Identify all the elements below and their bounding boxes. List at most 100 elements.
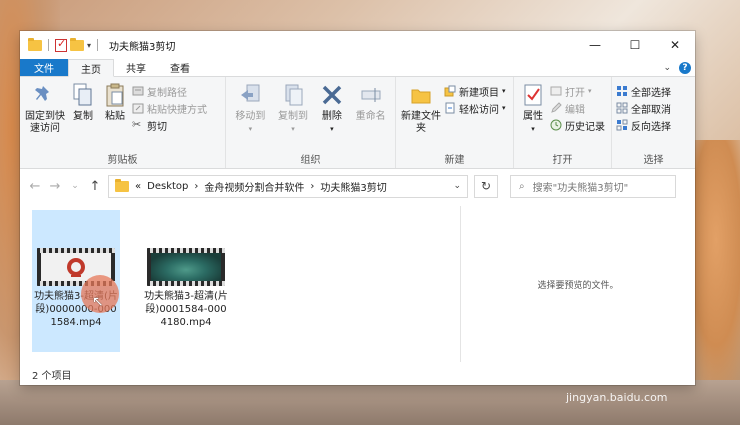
chevron-right-icon: › [310,180,315,192]
preview-pane: 选择要预览的文件。 [460,206,695,362]
breadcrumb-current-folder[interactable]: 功夫熊猫3剪切 [320,179,386,194]
rename-icon [361,88,381,102]
refresh-icon: ↻ [480,179,492,193]
pin-icon [35,86,49,101]
file-item[interactable]: 功夫熊猫3-超清(片段)0000000-0001584.mp4 ↖ [32,210,120,352]
preview-message: 选择要预览的文件。 [537,280,619,291]
group-label-new: 新建 [444,155,465,166]
address-bar[interactable]: « Desktop › 金舟视频分割合并软件 › 功夫熊猫3剪切 ⌄ [108,174,468,198]
divider [97,39,99,51]
search-placeholder: 搜索"功夫熊猫3剪切" [532,182,629,194]
window-title: 功夫熊猫3剪切 [109,41,176,53]
recent-locations-icon[interactable]: ⌄ [68,181,82,191]
copy-icon [73,83,92,106]
group-organize: 移动到 ▾ 复制到 ▾ 删除 ▾ 重命名 组织 [226,77,396,168]
edit-button[interactable]: 编辑 [550,101,605,116]
customize-toolbar-icon[interactable]: ▾ [87,41,91,50]
up-arrow-icon[interactable]: ↑ [88,179,102,194]
new-folder-icon[interactable] [70,37,84,51]
video-thumbnail [147,248,225,286]
breadcrumb-software-folder[interactable]: 金舟视频分割合并软件 [204,179,304,194]
window-controls: — ☐ ✕ [575,31,695,59]
properties-button[interactable]: 属性 ▾ [518,80,548,154]
tab-view[interactable]: 查看 [158,59,202,76]
delete-icon [322,85,342,105]
easy-access-button[interactable]: 轻松访问 ▾ [444,101,506,116]
open-button[interactable]: 打开 ▾ [550,84,605,99]
paste-shortcut-button[interactable]: 粘贴快捷方式 [132,101,207,116]
new-folder-icon [411,89,431,104]
minimize-button[interactable]: — [575,31,615,59]
easy-access-icon [445,102,455,114]
tab-share[interactable]: 共享 [114,59,158,76]
edit-icon [551,102,562,113]
properties-icon[interactable] [55,37,67,52]
new-item-button[interactable]: 新建项目 ▾ [444,84,506,99]
copy-button[interactable]: 复制 [68,80,98,154]
new-item-icon [444,85,456,97]
rename-button[interactable]: 重命名 [350,80,391,154]
file-name: 功夫熊猫3-超清(片段)0001584-0004180.mp4 [144,291,228,328]
group-new: 新建文件夹 新建项目 ▾ 轻松访问 ▾ 新建 [396,77,514,168]
copy-path-button[interactable]: 复制路径 [132,84,207,99]
group-open: 属性 ▾ 打开 ▾ 编辑 历史记录 打开 [514,77,612,168]
copy-to-icon [285,84,303,106]
move-to-button[interactable]: 移动到 ▾ [230,80,271,154]
file-item[interactable]: 功夫熊猫3-超清(片段)0001584-0004180.mp4 [142,210,230,352]
refresh-button[interactable]: ↻ [474,174,498,198]
item-count: 2 个项目 [32,370,72,382]
explorer-window: ▾ 功夫熊猫3剪切 — ☐ ✕ 文件 主页 共享 查看 ⌄ ? 固定到快速访问 [20,31,695,385]
ribbon: 固定到快速访问 复制 粘贴 复制路径 粘贴快捷方式 ✂ 剪切 剪贴板 移动到 ▾… [20,77,695,169]
scissors-icon: ✂ [132,118,142,131]
copy-to-button[interactable]: 复制到 ▾ [273,80,314,154]
mouse-cursor-icon: ↖ [92,294,104,310]
address-prefix[interactable]: « [135,181,141,192]
tab-home[interactable]: 主页 [68,59,114,77]
group-label-clipboard: 剪贴板 [107,155,138,166]
help-icon[interactable]: ? [679,61,691,74]
divider [48,39,49,51]
invert-selection-button[interactable]: 反向选择 [616,118,671,133]
baidu-watermark: Baidu经验 [565,351,687,376]
history-button[interactable]: 历史记录 [550,118,605,133]
pin-quick-access-button[interactable]: 固定到快速访问 [24,80,66,154]
maximize-button[interactable]: ☐ [615,31,655,59]
breadcrumb-desktop[interactable]: Desktop [147,181,188,192]
watermark-url: jingyan.baidu.com [566,391,668,404]
cut-button[interactable]: ✂ 剪切 [132,118,207,133]
delete-button[interactable]: 删除 ▾ [315,80,348,154]
group-clipboard: 固定到快速访问 复制 粘贴 复制路径 粘贴快捷方式 ✂ 剪切 剪贴板 [20,77,226,168]
navigation-bar: ← → ⌄ ↑ « Desktop › 金舟视频分割合并软件 › 功夫熊猫3剪切… [20,169,695,203]
select-none-button[interactable]: 全部取消 [616,101,671,116]
open-icon [550,86,562,96]
group-select: 全部选择 全部取消 反向选择 选择 [612,77,695,168]
paste-button[interactable]: 粘贴 [100,80,130,154]
properties-check-icon [524,84,542,106]
forward-arrow-icon[interactable]: → [48,179,62,194]
invert-selection-icon [616,119,628,131]
close-button[interactable]: ✕ [655,31,695,59]
quick-access-toolbar: ▾ [20,37,101,52]
group-label-open: 打开 [552,155,573,166]
ribbon-tabs: 文件 主页 共享 查看 ⌄ ? [20,59,695,77]
back-arrow-icon[interactable]: ← [28,179,42,194]
new-folder-button[interactable]: 新建文件夹 [400,80,442,154]
title-bar: ▾ 功夫熊猫3剪切 — ☐ ✕ [20,31,695,59]
copy-path-icon [132,86,144,96]
paste-shortcut-icon [132,103,144,114]
search-icon: ⌕ [519,180,525,192]
chevron-right-icon: › [194,180,199,192]
select-all-button[interactable]: 全部选择 [616,84,671,99]
address-folder-icon [115,178,129,192]
select-none-icon [616,102,628,114]
paste-icon [106,83,124,107]
expand-ribbon-icon[interactable]: ⌄ [663,63,671,73]
history-icon [550,119,562,131]
tab-file[interactable]: 文件 [20,59,68,76]
search-box[interactable]: ⌕ 搜索"功夫熊猫3剪切" [510,174,676,198]
group-label-select: 选择 [643,155,664,166]
file-list[interactable]: 功夫熊猫3-超清(片段)0000000-0001584.mp4 ↖ 功夫熊猫3-… [20,206,460,362]
address-dropdown-icon[interactable]: ⌄ [453,181,461,191]
group-label-organize: 组织 [300,155,321,166]
content-area: 功夫熊猫3-超清(片段)0000000-0001584.mp4 ↖ 功夫熊猫3-… [20,206,695,362]
